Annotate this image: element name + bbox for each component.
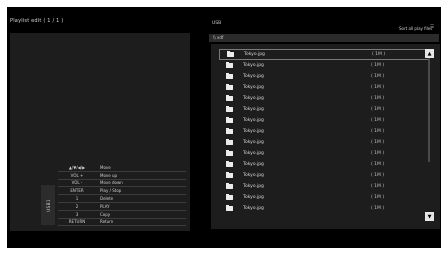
file-row[interactable]: Tokyo.jpg ( 1M ) — [219, 137, 429, 148]
arrow-up-icon[interactable]: ▲ — [425, 49, 434, 58]
file-size: ( 1M ) — [371, 162, 385, 167]
file-list: Tokyo.jpg ( 1M ) Tokyo.jpg ( 1M ) Tokyo.jpg (… — [211, 44, 440, 229]
file-row[interactable]: Tokyo.jpg ( 1M ) — [219, 203, 429, 214]
file-name: Tokyo.jpg — [243, 85, 264, 90]
key-guide-action: Delete — [100, 196, 114, 202]
file-size: ( 1M ) — [371, 74, 385, 79]
key-guide-row: 1 Delete — [58, 195, 186, 203]
file-size: ( 1M ) — [371, 195, 385, 200]
image-file-icon — [226, 116, 233, 123]
key-guide-key: 1 — [75, 196, 79, 202]
key-guide-row: ENTER Play / Stop — [58, 187, 186, 196]
file-size: ( 1M ) — [371, 173, 385, 178]
key-guide-row: VOL - Move down — [58, 180, 186, 188]
path-bar: \\ xdf — [209, 34, 439, 42]
file-name: Tokyo.jpg — [243, 74, 264, 79]
file-name: Tokyo.jpg — [243, 184, 264, 189]
file-row[interactable]: Tokyo.jpg ( 1M ) — [219, 148, 429, 159]
sort-label[interactable]: Sort all play files — [399, 26, 432, 31]
device-label: USB — [212, 21, 222, 26]
arrow-down-icon[interactable]: ▼ — [425, 212, 434, 221]
key-guide-table: ▲/▼/◀/▶ Move VOL + Move up VOL - Move down ENT… — [58, 164, 186, 227]
file-name: Tokyo.jpg — [243, 140, 264, 145]
key-guide-action: Play / Stop — [100, 188, 122, 194]
file-name: Tokyo.jpg — [243, 118, 264, 123]
key-guide-row: RETURN Return — [58, 219, 186, 227]
image-file-icon — [226, 127, 233, 134]
file-row[interactable]: Tokyo.jpg ( 1M ) — [219, 93, 429, 104]
usb-tab[interactable]: USB1 — [41, 185, 55, 225]
image-file-icon — [226, 105, 233, 112]
file-name: Tokyo.jpg — [243, 206, 264, 211]
usb-tab-label: USB1 — [45, 198, 51, 212]
file-name: Tokyo.jpg — [243, 151, 264, 156]
file-row[interactable]: Tokyo.jpg ( 1M ) — [219, 126, 429, 137]
file-name: Tokyo.jpg — [243, 195, 264, 200]
file-size: ( 1M ) — [371, 140, 385, 145]
file-size: ( 1M ) — [371, 107, 385, 112]
file-name: Tokyo.jpg — [243, 173, 264, 178]
key-guide-action: Move up — [100, 172, 118, 178]
key-guide-row: 2 PLAY — [58, 203, 186, 211]
file-size: ( 1M ) — [371, 129, 385, 134]
file-name: Tokyo.jpg — [244, 52, 265, 57]
file-size: ( 1M ) — [372, 52, 386, 57]
file-row[interactable]: Tokyo.jpg ( 1M ) — [219, 71, 429, 82]
file-row[interactable]: Tokyo.jpg ( 1M ) — [219, 115, 429, 126]
key-guide-action: Move — [100, 164, 111, 170]
file-name: Tokyo.jpg — [243, 96, 264, 101]
file-row[interactable]: Tokyo.jpg ( 1M ) — [219, 82, 429, 93]
image-file-icon — [226, 160, 233, 167]
key-guide-row: ▲/▼/◀/▶ Move — [58, 164, 186, 172]
key-guide-key: ENTER — [70, 188, 84, 194]
scrollbar-track[interactable] — [428, 52, 430, 162]
file-size: ( 1M ) — [371, 63, 385, 68]
file-size: ( 1M ) — [371, 96, 385, 101]
file-name: Tokyo.jpg — [243, 162, 264, 167]
file-name: Tokyo.jpg — [243, 63, 264, 68]
file-row[interactable]: Tokyo.jpg ( 1M ) — [219, 192, 429, 203]
file-size: ( 1M ) — [371, 184, 385, 189]
file-name: Tokyo.jpg — [243, 129, 264, 134]
image-file-icon — [226, 94, 233, 101]
key-guide-key: VOL + — [70, 172, 84, 178]
file-row[interactable]: Tokyo.jpg ( 1M ) — [219, 49, 429, 60]
image-file-icon — [226, 204, 233, 211]
key-guide-row: 3 Copy — [58, 211, 186, 219]
key-guide-key: RETURN — [68, 219, 86, 225]
image-file-icon — [226, 149, 233, 156]
file-row[interactable]: Tokyo.jpg ( 1M ) — [219, 170, 429, 181]
key-guide-action: Return — [100, 219, 114, 225]
file-size: ( 1M ) — [371, 151, 385, 156]
image-file-icon — [227, 50, 234, 57]
current-path: \\ xdf — [213, 35, 224, 40]
image-file-icon — [226, 171, 233, 178]
file-row[interactable]: Tokyo.jpg ( 1M ) — [219, 159, 429, 170]
image-file-icon — [226, 83, 233, 90]
file-size: ( 1M ) — [371, 206, 385, 211]
key-guide-action: Copy — [100, 211, 111, 217]
file-row[interactable]: Tokyo.jpg ( 1M ) — [219, 60, 429, 71]
list-icon[interactable]: ☰ — [430, 25, 434, 30]
file-name: Tokyo.jpg — [243, 107, 264, 112]
file-size: ( 1M ) — [371, 85, 385, 90]
image-file-icon — [226, 193, 233, 200]
file-row[interactable]: Tokyo.jpg ( 1M ) — [219, 104, 429, 115]
file-row[interactable]: Tokyo.jpg ( 1M ) — [219, 181, 429, 192]
key-guide-key: 2 — [75, 203, 79, 209]
image-file-icon — [226, 138, 233, 145]
file-size: ( 1M ) — [371, 118, 385, 123]
key-guide-key: 3 — [75, 211, 79, 217]
image-file-icon — [226, 182, 233, 189]
key-guide-action: Move down — [100, 180, 123, 186]
key-guide-key: VOL - — [71, 180, 83, 186]
key-guide-key: ▲/▼/◀/▶ — [68, 164, 86, 170]
image-file-icon — [226, 72, 233, 79]
image-file-icon — [226, 61, 233, 68]
key-guide-row: VOL + Move up — [58, 172, 186, 180]
key-guide-action: PLAY — [100, 203, 110, 209]
page-title: Playlist edit ( 1 / 1 ) — [10, 18, 64, 24]
